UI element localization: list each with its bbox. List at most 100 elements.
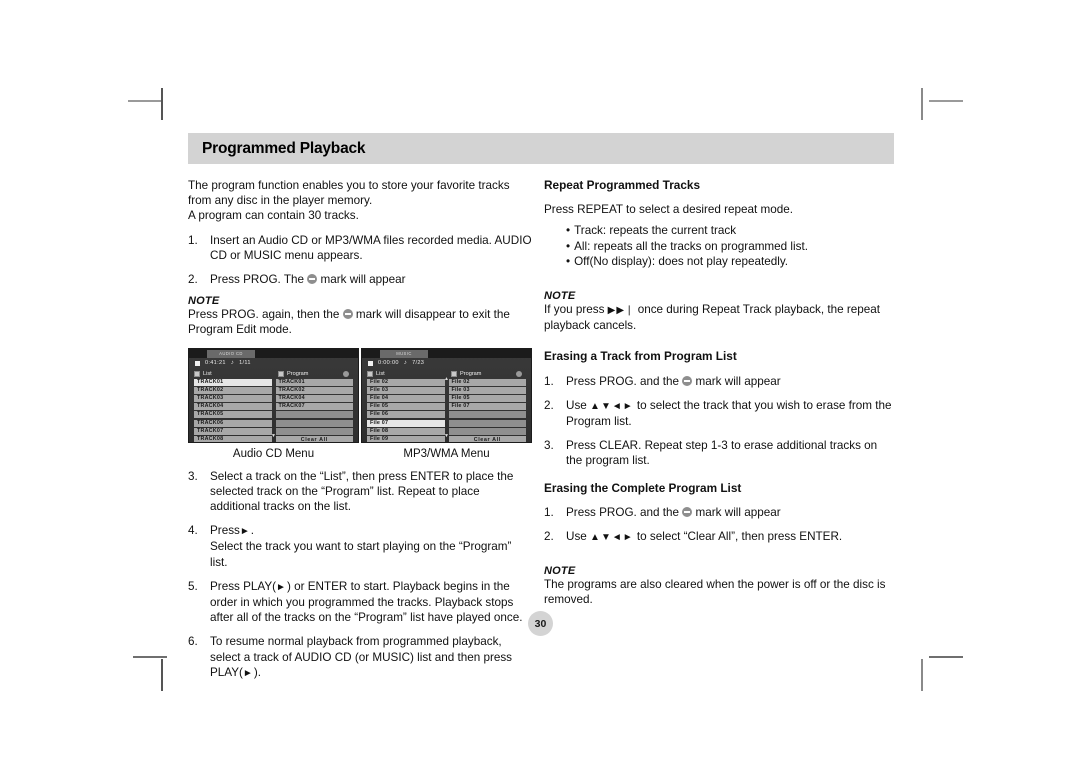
scroll-down-caret-icon[interactable]: ▼ [444, 433, 449, 439]
program-item-empty[interactable] [275, 419, 353, 427]
section-title-bar: Programmed Playback [188, 133, 894, 164]
program-item[interactable]: TRACK02 [275, 386, 353, 394]
step-2-text: Press PROG. The mark will appear [210, 272, 532, 287]
clear-all-button[interactable]: Clear All [275, 435, 353, 442]
manual-page: Programmed Playback The program function… [188, 133, 894, 681]
list-item[interactable]: File 03 [367, 386, 445, 394]
erase-track-step-2: 2. Use ▲▼◄► to select the track that you… [544, 398, 894, 429]
step-2: 2. Press PROG. The mark will appear [188, 272, 532, 287]
direction-arrows-icon: ▲▼◄► [590, 531, 634, 543]
step-2-text-after: mark will appear [320, 273, 406, 287]
osd-audio-cd-time: 0:41:21 [205, 360, 226, 367]
erase-all-step1-after: mark will appear [695, 505, 781, 519]
crop-mark-bottom-right-horizontal [929, 656, 963, 658]
program-item[interactable]: TRACK04 [275, 395, 353, 402]
program-item[interactable]: File 03 [448, 386, 526, 394]
osd-audio-cd-list-header-group: List [194, 370, 278, 377]
step-3-text: Select a track on the “List”, then press… [210, 469, 514, 514]
program-item-empty[interactable] [448, 427, 526, 435]
list-item[interactable]: TRACK02 [194, 386, 272, 394]
osd-mp3-wma-menu: MUSIC 0:00:00 ♪ 7/23 List Program File 0… [361, 347, 532, 443]
right-column: Repeat Programmed Tracks Press REPEAT to… [540, 178, 894, 681]
stop-icon [368, 360, 373, 366]
list-item[interactable]: File 05 [367, 403, 445, 411]
list-item[interactable]: File 09 [367, 435, 445, 442]
erase-all-step-1: 1. Press PROG. and the mark will appear [544, 505, 894, 520]
erase-all-step1-before: Press PROG. and the [566, 505, 680, 519]
osd-audio-cd-tab: AUDIO CD [207, 349, 255, 358]
list-item[interactable]: File 06 [367, 411, 445, 419]
step-6-number: 6. [188, 635, 198, 649]
list-item[interactable]: TRACK03 [194, 395, 272, 402]
list-item[interactable]: File 02 [367, 378, 445, 386]
program-item[interactable]: TRACK07 [275, 403, 353, 411]
step-5-number: 5. [188, 579, 198, 593]
osd-mp3-statusbar: 0:00:00 ♪ 7/23 [362, 358, 531, 369]
erase-track-step-3: 3. Press CLEAR. Repeat step 1-3 to erase… [544, 438, 894, 468]
osd-audio-cd-program-header-group: Program [278, 370, 353, 377]
list-item[interactable]: TRACK04 [194, 403, 272, 411]
erase-track-step-2-text: Use ▲▼◄► to select the track that you wi… [566, 398, 894, 429]
list-item[interactable]: TRACK07 [194, 427, 272, 435]
clear-all-button[interactable]: Clear All [448, 435, 526, 442]
program-item-empty[interactable] [275, 411, 353, 419]
note-text-right-2: The programs are also cleared when the p… [544, 578, 886, 607]
osd-mp3-program-column: File 02 File 03 File 05 File 07 Clear Al… [448, 378, 526, 442]
note-text-right-1: If you press ▶▶❘ once during Repeat Trac… [544, 302, 894, 333]
bullet-item: All: repeats all the tracks on programme… [566, 239, 894, 255]
program-item[interactable]: File 07 [448, 403, 526, 411]
crop-mark-bottom-left-vertical [161, 659, 163, 691]
program-item[interactable]: File 02 [448, 378, 526, 386]
step-1: 1. Insert an Audio CD or MP3/WMA files r… [188, 233, 532, 263]
step-4-text-line2: Select the track you want to start playi… [210, 540, 512, 569]
note1-before: If you press [544, 302, 605, 316]
osd-audio-cd-program-column: TRACK01 TRACK02 TRACK04 TRACK07 Clear Al… [275, 378, 353, 442]
erase-track-step-1: 1. Press PROG. and the mark will appear [544, 374, 894, 389]
erasing-track-heading: Erasing a Track from Program List [544, 349, 737, 364]
caption-mp3-wma-menu: MP3/WMA Menu [403, 447, 490, 460]
scroll-down-caret-icon[interactable]: ▼ [271, 433, 276, 439]
step-4-text: Press►. Select the track you want to sta… [210, 523, 532, 570]
crop-mark-bottom-left-horizontal [133, 656, 167, 658]
osd-mp3-tabbar: MUSIC [362, 348, 531, 358]
list-item[interactable]: File 08 [367, 427, 445, 435]
skip-forward-icon: ▶▶❘ [607, 304, 635, 316]
list-item[interactable]: File 07 [367, 419, 445, 427]
erase-track-step-3-number: 3. [544, 439, 554, 453]
osd-mp3-list-header: List [376, 370, 385, 377]
list-item[interactable]: TRACK06 [194, 419, 272, 427]
note-label-right-2: NOTE [544, 565, 576, 578]
prog-mark-icon [307, 274, 318, 285]
note-label-right-1: NOTE [544, 289, 576, 302]
osd-audio-cd-list-column: TRACK01 TRACK02 TRACK03 TRACK04 TRACK05 … [194, 378, 272, 442]
program-item-empty[interactable] [448, 419, 526, 427]
intro-paragraph-1: The program function enables you to stor… [188, 179, 510, 208]
osd-mp3-list-column: File 02 File 03 File 04 File 05 File 06 … [367, 378, 445, 442]
erasing-complete-list-heading: Erasing the Complete Program List [544, 480, 742, 495]
osd-audio-cd-menu: AUDIO CD 0:41:21 ♪ 1/11 List Program TRA… [188, 347, 359, 443]
list-item[interactable]: File 04 [367, 395, 445, 402]
page-number-badge: 30 [528, 611, 553, 636]
note-label-left: NOTE [188, 295, 220, 308]
erase-all-step-2-text: Use ▲▼◄► to select “Clear All”, then pre… [566, 529, 894, 545]
program-item[interactable]: File 05 [448, 395, 526, 402]
step-3: 3. Select a track on the “List”, then pr… [188, 469, 532, 515]
step-4-number: 4. [188, 524, 198, 538]
program-item-empty[interactable] [448, 411, 526, 419]
scroll-up-caret-icon[interactable]: ▲ [444, 376, 449, 382]
program-item-empty[interactable] [275, 427, 353, 435]
osd-screenshot-row: AUDIO CD 0:41:21 ♪ 1/11 List Program TRA… [188, 347, 532, 443]
list-item[interactable]: TRACK08 [194, 435, 272, 442]
list-item[interactable]: TRACK01 [194, 378, 272, 386]
program-item[interactable]: TRACK01 [275, 378, 353, 386]
step-1-number: 1. [188, 233, 198, 247]
program-icon [451, 370, 457, 377]
step-2-number: 2. [188, 273, 198, 287]
program-icon [278, 370, 284, 377]
crop-mark-top-right-horizontal [929, 100, 963, 102]
list-item[interactable]: TRACK05 [194, 411, 272, 419]
step-3-number: 3. [188, 469, 198, 483]
erase-track-step-3-text: Press CLEAR. Repeat step 1-3 to erase ad… [566, 439, 878, 468]
crop-mark-top-left-horizontal [128, 100, 162, 102]
music-note-icon: ♪ [230, 360, 235, 367]
